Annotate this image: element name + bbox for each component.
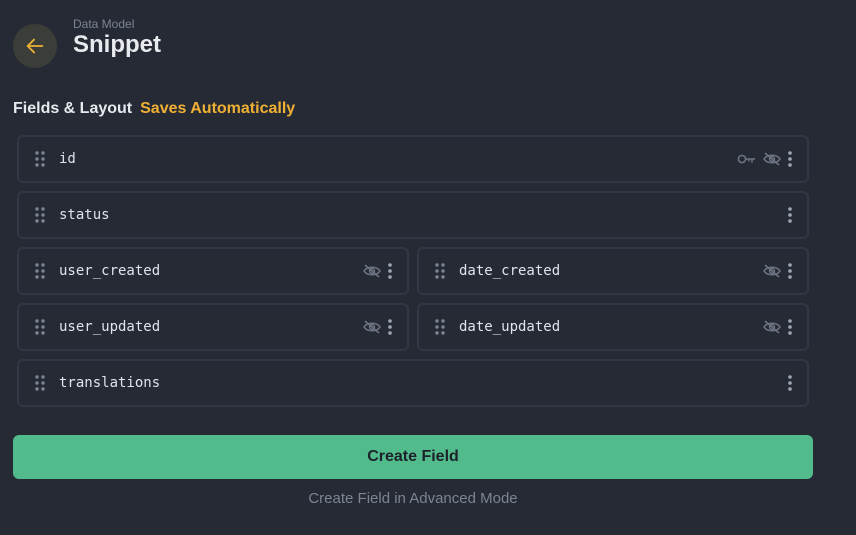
drag-handle-icon[interactable] <box>19 361 59 405</box>
drag-handle-icon[interactable] <box>19 193 59 237</box>
more-vert-icon[interactable] <box>787 151 793 167</box>
field-name: date_created <box>459 263 561 279</box>
field-row-translations[interactable]: translations <box>17 359 809 407</box>
field-row-user-updated[interactable]: user_updated <box>17 303 409 351</box>
field-name: translations <box>59 375 161 391</box>
create-field-button[interactable]: Create Field <box>13 435 813 479</box>
hidden-icon[interactable] <box>363 264 381 278</box>
more-vert-icon[interactable] <box>787 319 793 335</box>
page-title: Snippet <box>73 31 161 58</box>
more-vert-icon[interactable] <box>787 375 793 391</box>
hidden-icon[interactable] <box>763 152 781 166</box>
field-row-user-created[interactable]: user_created <box>17 247 409 295</box>
field-row-status[interactable]: status <box>17 191 809 239</box>
arrow-left-icon <box>24 35 46 57</box>
drag-handle-icon[interactable] <box>19 137 59 181</box>
section-header: Fields & Layout Saves Automatically <box>13 100 295 118</box>
create-field-advanced-link[interactable]: Create Field in Advanced Mode <box>13 490 813 507</box>
field-name: user_updated <box>59 319 161 335</box>
more-vert-icon[interactable] <box>387 319 393 335</box>
drag-handle-icon[interactable] <box>419 305 459 349</box>
field-row-id[interactable]: id <box>17 135 809 183</box>
field-row-date-created[interactable]: date_created <box>417 247 809 295</box>
field-name: date_updated <box>459 319 561 335</box>
section-title: Fields & Layout <box>13 100 133 117</box>
hidden-icon[interactable] <box>363 320 381 334</box>
field-name: id <box>59 151 76 167</box>
field-name: user_created <box>59 263 161 279</box>
key-icon <box>737 152 757 166</box>
more-vert-icon[interactable] <box>787 207 793 223</box>
drag-handle-icon[interactable] <box>19 305 59 349</box>
field-name: status <box>59 207 110 223</box>
field-row-date-updated[interactable]: date_updated <box>417 303 809 351</box>
more-vert-icon[interactable] <box>387 263 393 279</box>
autosave-status: Saves Automatically <box>140 100 296 117</box>
breadcrumb[interactable]: Data Model <box>73 17 134 31</box>
hidden-icon[interactable] <box>763 320 781 334</box>
back-button[interactable] <box>13 24 57 68</box>
drag-handle-icon[interactable] <box>19 249 59 293</box>
hidden-icon[interactable] <box>763 264 781 278</box>
more-vert-icon[interactable] <box>787 263 793 279</box>
drag-handle-icon[interactable] <box>419 249 459 293</box>
